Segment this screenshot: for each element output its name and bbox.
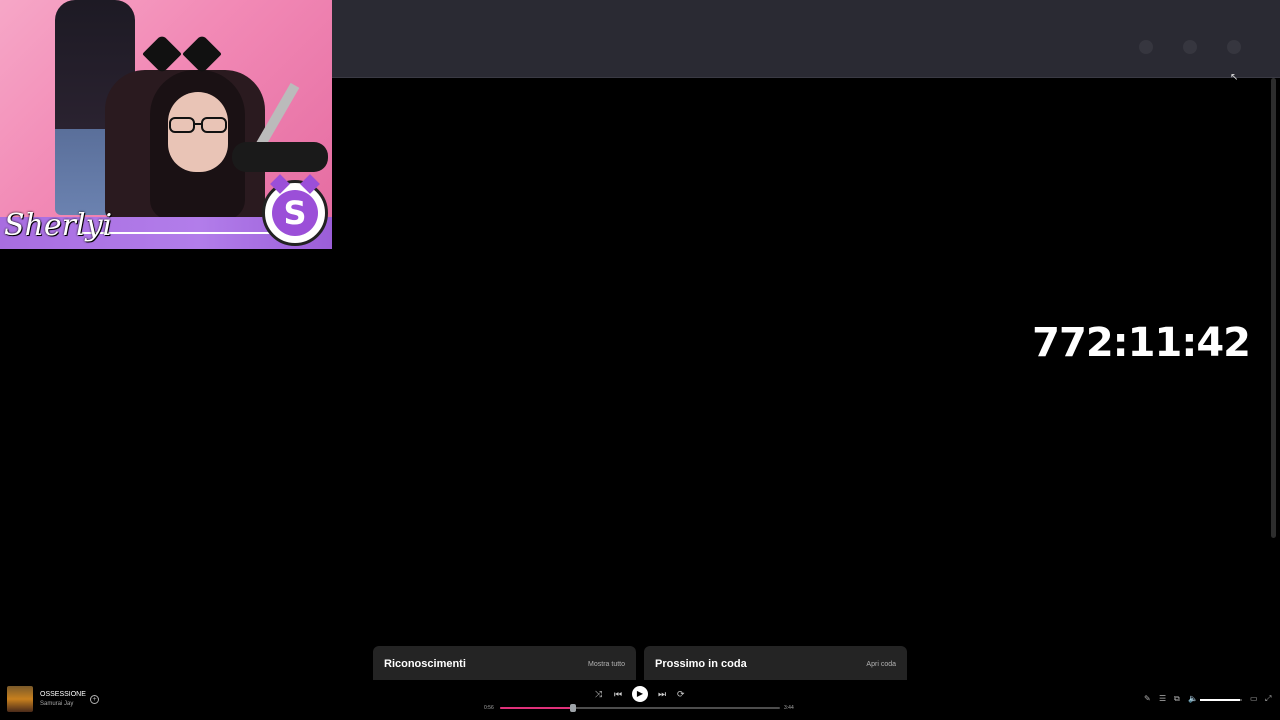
logo-letter: S	[272, 190, 318, 236]
header-icon-faint[interactable]	[1183, 40, 1197, 54]
credits-card: Riconoscimenti Mostra tutto	[373, 646, 636, 680]
volume-fill	[1200, 699, 1240, 701]
repeat-icon[interactable]: ⟳	[677, 689, 685, 699]
miniplayer-icon[interactable]: ▭	[1250, 694, 1258, 703]
cat-ear-headband-left	[142, 34, 182, 74]
header-icon-faint[interactable]	[1227, 40, 1241, 54]
queue-card-title: Prossimo in coda	[655, 658, 747, 670]
main-scrollbar[interactable]	[1271, 78, 1276, 538]
track-title[interactable]: OSSESSIONE	[40, 691, 86, 698]
duration-time: 3:44	[784, 705, 794, 711]
queue-card: Prossimo in coda Apri coda	[644, 646, 907, 680]
now-playing-bar: OSSESSIONE Samurai Jay + ⤨ ⏮ ▶ ⏭ ⟳ 0:56 …	[0, 680, 1280, 720]
add-to-library-icon[interactable]: +	[90, 695, 99, 704]
track-artist[interactable]: Samurai Jay	[40, 701, 73, 707]
credits-card-title: Riconoscimenti	[384, 658, 466, 670]
queue-icon[interactable]: ☰	[1159, 694, 1166, 703]
streamer-logo: S	[262, 174, 328, 246]
progress-knob[interactable]	[569, 704, 576, 712]
streamer-name: Sherlyi	[4, 208, 113, 243]
subathon-timer: 772:11:42	[1032, 320, 1251, 366]
volume-slider[interactable]	[1200, 699, 1242, 701]
shuffle-icon[interactable]: ⤨	[595, 689, 602, 699]
webcam-overlay: Sherlyi S	[0, 0, 332, 249]
open-queue-link[interactable]: Apri coda	[866, 661, 896, 668]
play-button[interactable]: ▶	[632, 686, 648, 702]
mouse-cursor-icon: ↖	[1230, 72, 1239, 83]
glasses-icon	[169, 117, 227, 133]
volume-icon[interactable]: 🔈	[1188, 694, 1198, 703]
previous-icon[interactable]: ⏮	[614, 689, 622, 699]
next-icon[interactable]: ⏭	[658, 689, 666, 699]
header-icon-faint[interactable]	[1139, 40, 1153, 54]
album-cover[interactable]	[7, 686, 33, 712]
lyrics-icon[interactable]: ✎	[1144, 694, 1151, 703]
connect-device-icon[interactable]: ⧉	[1174, 694, 1180, 704]
screen: ↖ Sherlyi S 772:11:42 Riconoscimenti Mos…	[0, 0, 1280, 720]
progress-bar[interactable]	[500, 704, 780, 712]
cat-ear-headband-right	[182, 34, 222, 74]
fullscreen-icon[interactable]: ⤢	[1265, 694, 1271, 704]
top-header-bar	[331, 0, 1280, 78]
show-all-link[interactable]: Mostra tutto	[588, 661, 625, 668]
elapsed-time: 0:56	[484, 705, 494, 711]
microphone	[232, 142, 328, 172]
progress-fill	[500, 707, 573, 709]
